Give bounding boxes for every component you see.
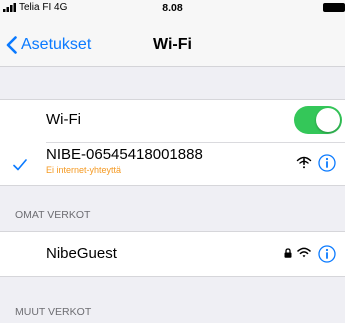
- toggle-knob: [316, 108, 340, 132]
- wifi-toggle-switch[interactable]: [294, 106, 342, 134]
- status-bar: Telia FI 4G 8.08: [0, 0, 345, 20]
- connected-network-status: Ei internet-yhteyttä: [46, 165, 122, 175]
- network-name: NibeGuest: [46, 245, 117, 262]
- other-networks-header: MUUT VERKOT: [15, 306, 92, 318]
- lock-icon: [284, 248, 292, 258]
- info-circle-icon[interactable]: [318, 245, 336, 263]
- page-title: Wi-Fi: [153, 36, 192, 53]
- connected-network-name: NIBE-06545418001888: [46, 146, 203, 163]
- status-time: 8.08: [162, 2, 183, 14]
- wifi-toggle-row: Wi-Fi: [0, 100, 345, 142]
- wifi-toggle-label: Wi-Fi: [46, 111, 81, 128]
- wifi-settings-group: Wi-Fi NIBE-06545418001888 Ei internet-yh…: [0, 99, 345, 186]
- wifi-icon: [297, 247, 311, 258]
- own-networks-group: NibeGuest: [0, 231, 345, 277]
- info-circle-icon[interactable]: [318, 154, 336, 172]
- connected-network-row[interactable]: NIBE-06545418001888 Ei internet-yhteyttä: [0, 143, 345, 185]
- battery-icon: [323, 3, 345, 12]
- wifi-warning-icon: [296, 156, 312, 169]
- checkmark-icon: [13, 159, 27, 171]
- navigation-bar: Asetukset Wi-Fi: [0, 20, 345, 67]
- network-row[interactable]: NibeGuest: [0, 232, 345, 276]
- own-networks-header: OMAT VERKOT: [15, 209, 91, 221]
